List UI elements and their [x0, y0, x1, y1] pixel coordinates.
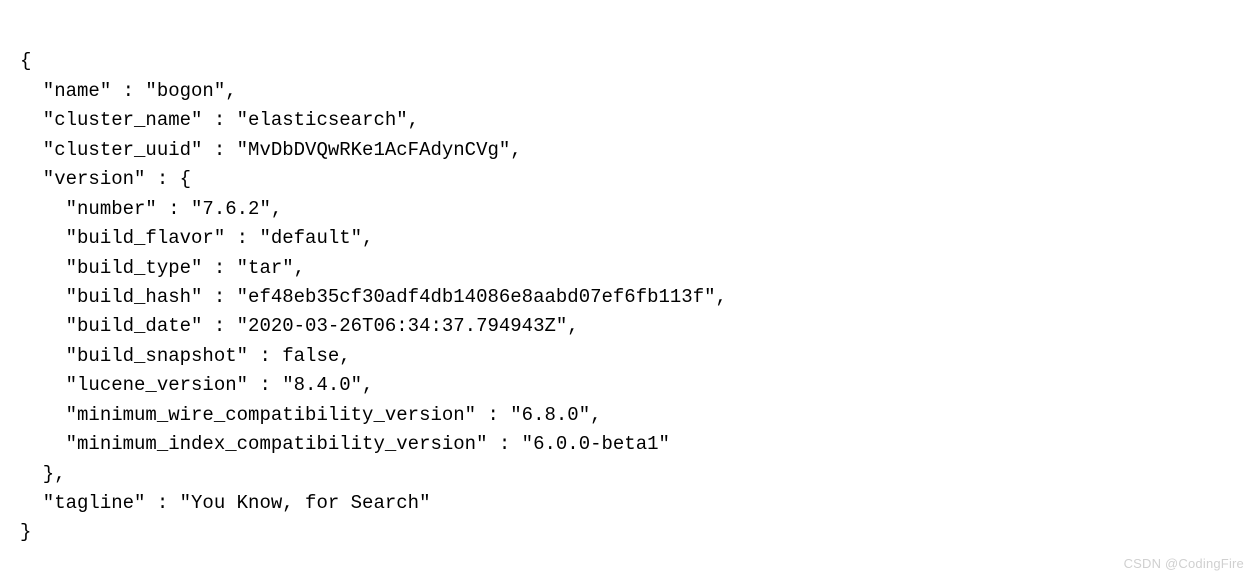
json-line: "name" : "bogon",	[20, 80, 237, 102]
json-line: }	[20, 521, 31, 543]
json-line: "minimum_wire_compatibility_version" : "…	[20, 404, 602, 426]
json-line: "cluster_uuid" : "MvDbDVQwRKe1AcFAdynCVg…	[20, 139, 522, 161]
watermark-text: CSDN @CodingFire	[1124, 554, 1244, 574]
json-line: "cluster_name" : "elasticsearch",	[20, 109, 419, 131]
json-line: "version" : {	[20, 168, 191, 190]
json-line: },	[20, 463, 66, 485]
json-line: "number" : "7.6.2",	[20, 198, 282, 220]
json-line: "build_hash" : "ef48eb35cf30adf4db14086e…	[20, 286, 727, 308]
json-line: {	[20, 50, 31, 72]
json-line: "build_flavor" : "default",	[20, 227, 373, 249]
json-output: { "name" : "bogon", "cluster_name" : "el…	[20, 18, 1238, 548]
json-line: "minimum_index_compatibility_version" : …	[20, 433, 670, 455]
json-line: "build_snapshot" : false,	[20, 345, 351, 367]
json-line: "build_date" : "2020-03-26T06:34:37.7949…	[20, 315, 579, 337]
json-line: "lucene_version" : "8.4.0",	[20, 374, 373, 396]
json-line: "tagline" : "You Know, for Search"	[20, 492, 430, 514]
json-line: "build_type" : "tar",	[20, 257, 305, 279]
